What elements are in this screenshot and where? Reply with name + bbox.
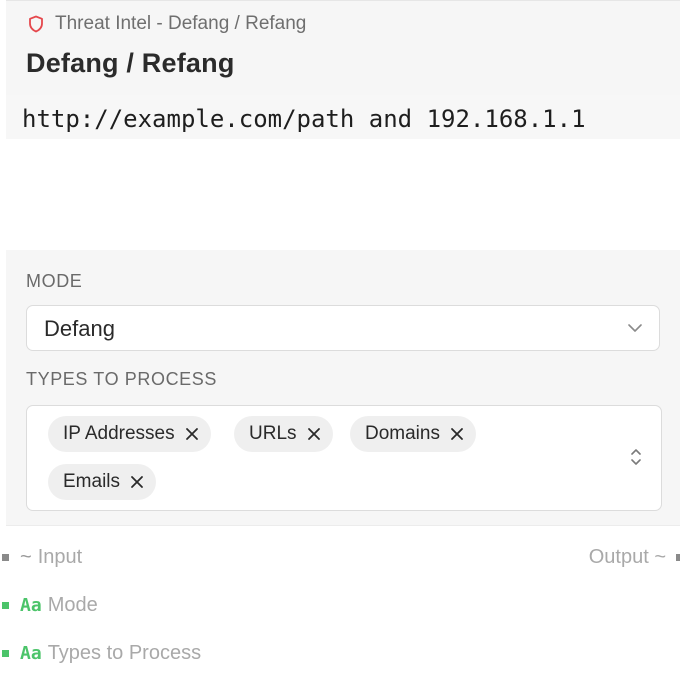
breadcrumb-text: Threat Intel - Defang / Refang	[55, 13, 307, 34]
types-port-row[interactable]: Aa Types to Process	[20, 642, 201, 665]
chip-label: URLs	[249, 423, 297, 444]
chevron-down-icon	[628, 324, 642, 332]
updown-chevron-icon[interactable]	[629, 446, 643, 468]
chip-label: IP Addresses	[63, 423, 175, 444]
types-port-label: Types to Process	[47, 642, 202, 664]
chip-emails[interactable]: Emails	[48, 464, 157, 500]
input-code-editor[interactable]: http://example.com/path and 192.168.1.1	[6, 95, 680, 250]
mode-label: MODE	[26, 271, 83, 291]
chip-domains[interactable]: Domains	[350, 416, 476, 452]
node-header[interactable]: Threat Intel - Defang / Refang Defang / …	[6, 1, 680, 95]
types-multiselect[interactable]: IP Addresses URLs Domains Emails	[26, 405, 662, 511]
close-icon[interactable]	[450, 427, 464, 441]
close-icon[interactable]	[185, 427, 199, 441]
breadcrumb: Threat Intel - Defang / Refang	[26, 13, 306, 35]
close-icon[interactable]	[130, 475, 144, 489]
close-icon[interactable]	[307, 427, 321, 441]
mode-handle[interactable]	[2, 602, 9, 609]
chip-ip-addresses[interactable]: IP Addresses	[48, 416, 211, 452]
output-port-label[interactable]: Output ~	[589, 546, 666, 569]
chip-label: Domains	[365, 423, 440, 444]
mode-select[interactable]: Defang	[26, 305, 660, 351]
text-type-icon: Aa	[20, 643, 42, 664]
mode-port-label: Mode	[47, 594, 98, 616]
input-port-label: Input	[37, 546, 83, 568]
output-handle[interactable]	[676, 554, 680, 561]
code-line[interactable]: http://example.com/path and 192.168.1.1	[22, 105, 586, 133]
chip-urls[interactable]: URLs	[234, 416, 333, 452]
shield-icon	[29, 15, 43, 33]
defang-refang-node[interactable]: Threat Intel - Defang / Refang Defang / …	[6, 0, 680, 687]
chip-label: Emails	[63, 471, 121, 492]
mode-select-value: Defang	[44, 316, 115, 341]
types-handle[interactable]	[2, 650, 9, 657]
io-ports: ~ Input Output ~ Aa Mode Aa Types to Pro…	[6, 525, 680, 687]
mode-port-row[interactable]: Aa Mode	[20, 594, 98, 617]
types-label: TYPES TO PROCESS	[26, 369, 217, 389]
tilde-type-icon: ~	[20, 546, 32, 568]
text-type-icon: Aa	[20, 595, 42, 616]
input-handle[interactable]	[2, 554, 9, 561]
input-port-row[interactable]: ~ Input	[20, 546, 82, 569]
node-title: Defang / Refang	[26, 48, 235, 78]
